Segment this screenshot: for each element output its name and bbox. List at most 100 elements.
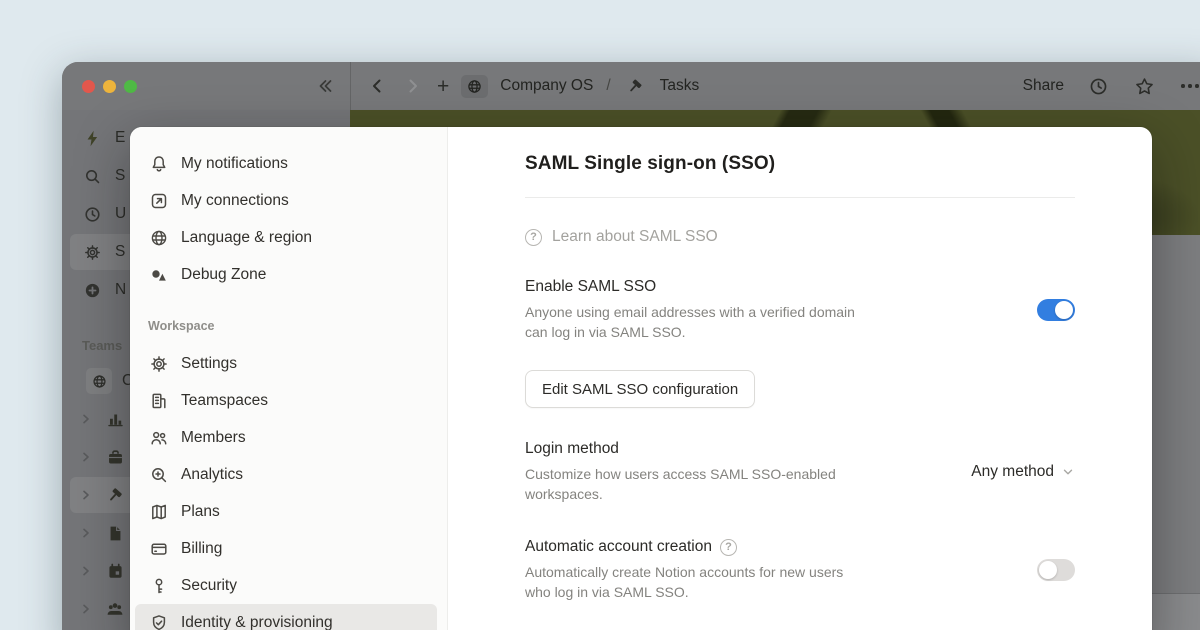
nav-item-label: Settings	[181, 355, 237, 373]
map-icon	[148, 502, 169, 522]
chevron-down-icon	[1061, 465, 1075, 479]
auto-account-toggle[interactable]	[1037, 559, 1075, 581]
more-options-icon[interactable]	[1178, 84, 1200, 88]
topbar-main: + Company OS / Tasks Share	[350, 62, 1200, 110]
close-window-button[interactable]	[82, 80, 95, 93]
nav-item-label: My notifications	[181, 155, 288, 173]
nav-item-identity-provisioning[interactable]: Identity & provisioning	[135, 604, 437, 630]
lightning-icon	[82, 129, 102, 148]
workspace-section-label: Workspace	[135, 293, 437, 345]
nav-item-label: Billing	[181, 540, 222, 558]
settings-content: SAML Single sign-on (SSO) ? Learn about …	[448, 127, 1152, 630]
nav-item-members[interactable]: Members	[135, 419, 437, 456]
new-tab-icon[interactable]: +	[437, 76, 449, 97]
login-method-description: Customize how users access SAML SSO-enab…	[525, 464, 870, 504]
nav-item-label: Language & region	[181, 229, 312, 247]
zoom-in-icon	[148, 465, 169, 485]
nav-item-label: Teamspaces	[181, 392, 268, 410]
enable-sso-text: Enable SAML SSO Anyone using email addre…	[525, 278, 870, 342]
plus-circle-icon	[82, 281, 102, 300]
people-icon	[148, 428, 169, 448]
people-group-icon	[104, 599, 126, 619]
nav-item-billing[interactable]: Billing	[135, 530, 437, 567]
enable-sso-description: Anyone using email addresses with a veri…	[525, 302, 870, 342]
star-icon[interactable]	[1132, 74, 1156, 98]
nav-item-my-notifications[interactable]: My notifications	[135, 145, 437, 182]
sidebar-item-label: E	[115, 129, 125, 147]
nav-item-label: My connections	[181, 192, 289, 210]
collapse-sidebar-icon[interactable]	[314, 75, 336, 97]
login-method-row: Login method Customize how users access …	[525, 440, 1075, 504]
globe-icon	[86, 368, 112, 394]
nav-item-analytics[interactable]: Analytics	[135, 456, 437, 493]
forward-icon[interactable]	[401, 74, 425, 98]
gear-icon	[148, 354, 169, 374]
share-button[interactable]: Share	[1023, 77, 1064, 95]
enable-sso-label: Enable SAML SSO	[525, 278, 870, 296]
nav-item-plans[interactable]: Plans	[135, 493, 437, 530]
chevron-right-icon[interactable]	[78, 601, 94, 617]
traffic-lights	[82, 80, 137, 93]
auto-account-description: Automatically create Notion accounts for…	[525, 562, 870, 602]
workspace-globe-icon	[461, 75, 488, 98]
help-circle-icon[interactable]: ?	[720, 539, 737, 556]
bar-chart-icon	[104, 410, 126, 429]
shield-check-icon	[148, 613, 169, 630]
help-circle-icon: ?	[525, 229, 542, 246]
settings-nav: My notifications My connections Language…	[130, 127, 448, 630]
zoom-window-button[interactable]	[124, 80, 137, 93]
nav-item-label: Members	[181, 429, 246, 447]
search-icon	[82, 167, 102, 186]
auto-account-label: Automatic account creation ?	[525, 538, 870, 556]
topbar-sidebar-segment	[62, 62, 350, 110]
breadcrumb-separator: /	[605, 77, 611, 95]
chevron-right-icon[interactable]	[78, 525, 94, 541]
nav-item-label: Security	[181, 577, 237, 595]
chevron-right-icon[interactable]	[78, 487, 94, 503]
calendar-icon	[104, 562, 126, 581]
settings-modal: My notifications My connections Language…	[130, 127, 1152, 630]
login-method-text: Login method Customize how users access …	[525, 440, 870, 504]
chevron-right-icon[interactable]	[78, 449, 94, 465]
sidebar-item-label: S	[115, 167, 125, 185]
auto-account-text: Automatic account creation ? Automatical…	[525, 538, 870, 602]
nav-item-label: Identity & provisioning	[181, 614, 333, 630]
breadcrumb-workspace[interactable]: Company OS	[500, 77, 593, 95]
login-method-label: Login method	[525, 440, 870, 458]
gear-icon	[82, 243, 102, 262]
shapes-icon	[148, 265, 169, 285]
page-title: SAML Single sign-on (SSO)	[525, 153, 1075, 175]
briefcase-icon	[104, 448, 126, 467]
nav-item-label: Debug Zone	[181, 266, 266, 284]
clock-icon[interactable]	[1086, 74, 1110, 98]
arrow-up-right-square-icon	[148, 191, 169, 211]
nav-item-teamspaces[interactable]: Teamspaces	[135, 382, 437, 419]
nav-item-language-region[interactable]: Language & region	[135, 219, 437, 256]
sidebar-item-label: U	[115, 205, 126, 223]
edit-saml-config-button[interactable]: Edit SAML SSO configuration	[525, 370, 755, 408]
nav-item-settings[interactable]: Settings	[135, 345, 437, 382]
back-icon[interactable]	[365, 74, 389, 98]
nav-item-my-connections[interactable]: My connections	[135, 182, 437, 219]
learn-about-saml-link[interactable]: ? Learn about SAML SSO	[525, 228, 1075, 246]
hammer-icon	[104, 486, 126, 505]
breadcrumb-page[interactable]: Tasks	[660, 77, 700, 95]
enable-sso-toggle[interactable]	[1037, 299, 1075, 321]
key-icon	[148, 576, 169, 596]
nav-item-security[interactable]: Security	[135, 567, 437, 604]
chevron-right-icon[interactable]	[78, 563, 94, 579]
nav-item-debug-zone[interactable]: Debug Zone	[135, 256, 437, 293]
nav-item-label: Analytics	[181, 466, 243, 484]
window-topbar: + Company OS / Tasks Share	[62, 62, 1200, 110]
bell-icon	[148, 154, 169, 174]
minimize-window-button[interactable]	[103, 80, 116, 93]
login-method-dropdown[interactable]: Any method	[971, 463, 1075, 481]
learn-link-label: Learn about SAML SSO	[552, 228, 718, 246]
clock-icon	[82, 205, 102, 224]
nav-item-label: Plans	[181, 503, 220, 521]
title-divider	[525, 197, 1075, 198]
auto-account-label-text: Automatic account creation	[525, 538, 712, 556]
credit-card-icon	[148, 539, 169, 559]
sidebar-item-label: N	[115, 281, 126, 299]
chevron-right-icon[interactable]	[78, 411, 94, 427]
